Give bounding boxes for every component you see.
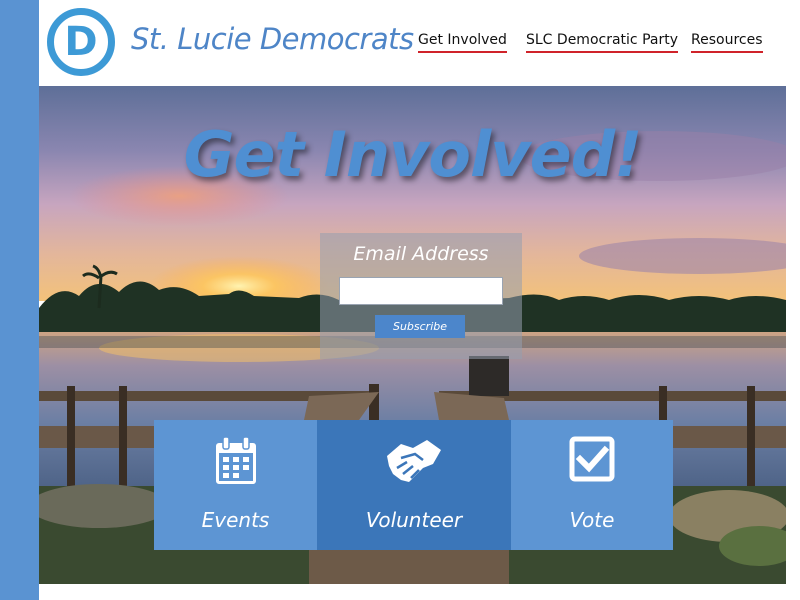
hero-headline: Get Involved! [183,118,643,191]
volunteer-tile[interactable]: Volunteer [317,420,511,550]
nav-slc-democratic-party[interactable]: SLC Democratic Party [526,32,678,53]
events-tile[interactable]: Events [154,420,317,550]
email-input[interactable] [339,277,503,305]
volunteer-label: Volunteer [365,508,463,532]
vote-tile[interactable]: Vote [511,420,673,550]
site-header: D St. Lucie Democrats Get Involved SLC D… [39,0,800,86]
nav-get-involved[interactable]: Get Involved [418,32,507,53]
site-title[interactable]: St. Lucie Democrats [131,22,414,56]
right-page-margin [786,86,800,600]
logo-letter: D [64,19,98,65]
calendar-icon [214,436,258,491]
events-label: Events [201,508,270,532]
handshake-icon [383,436,445,491]
checkbox-icon [569,436,615,487]
email-address-label: Email Address [353,243,489,265]
subscribe-form: Email Address Subscribe [320,233,522,359]
vote-label: Vote [569,508,615,532]
nav-resources[interactable]: Resources [691,32,763,53]
subscribe-button[interactable]: Subscribe [375,315,465,338]
left-side-stripe [0,0,39,600]
democrats-logo[interactable]: D [47,8,115,76]
hero-banner: Get Involved! Email Address Subscribe Ev [39,86,786,584]
